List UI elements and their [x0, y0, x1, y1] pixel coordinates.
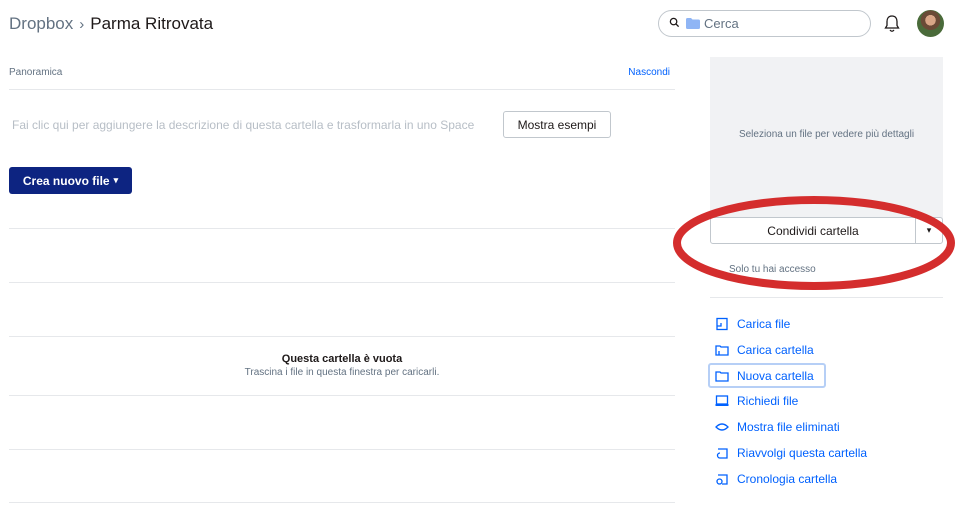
- folder-description-placeholder[interactable]: Fai clic qui per aggiungere la descrizio…: [12, 118, 474, 132]
- divider: [710, 297, 943, 298]
- empty-folder-subtitle: Trascina i file in questa finestra per c…: [244, 367, 440, 378]
- details-placeholder: Seleziona un file per vedere più dettagl…: [738, 129, 915, 140]
- eye-icon: [715, 420, 729, 434]
- overview-label: Panoramica: [9, 67, 63, 78]
- folder-actions-list: Carica file Carica cartella Nuova cartel…: [708, 311, 867, 492]
- page-title: Parma Ritrovata: [90, 14, 214, 33]
- annotation-ellipse: [673, 196, 955, 290]
- new-folder-icon: [715, 369, 729, 383]
- search-icon: [669, 15, 680, 33]
- breadcrumb: Dropbox › Parma Ritrovata: [9, 14, 213, 34]
- request-files-icon: [715, 394, 729, 408]
- action-request-files[interactable]: Richiedi file: [710, 388, 867, 414]
- action-label: Carica file: [737, 317, 791, 331]
- upload-file-icon: [715, 317, 729, 331]
- action-folder-history[interactable]: Cronologia cartella: [710, 466, 867, 492]
- create-new-file-label: Crea nuovo file: [22, 173, 110, 188]
- divider: [9, 336, 675, 337]
- search-box[interactable]: [658, 10, 871, 37]
- divider: [9, 89, 675, 90]
- action-label: Mostra file eliminati: [737, 420, 840, 434]
- action-label: Cronologia cartella: [737, 472, 838, 486]
- hide-overview-link[interactable]: Nascondi: [628, 67, 670, 78]
- divider: [9, 449, 675, 450]
- breadcrumb-root-link[interactable]: Dropbox: [9, 14, 73, 34]
- divider: [9, 228, 675, 229]
- divider: [9, 282, 675, 283]
- divider: [9, 502, 675, 503]
- action-label: Nuova cartella: [737, 368, 814, 383]
- action-show-deleted-files[interactable]: Mostra file eliminati: [710, 414, 867, 440]
- chevron-down-icon: ▾: [113, 175, 119, 185]
- action-new-folder[interactable]: Nuova cartella: [708, 363, 826, 388]
- create-new-file-button[interactable]: Crea nuovo file ▾: [9, 167, 132, 194]
- search-input[interactable]: [704, 16, 854, 31]
- breadcrumb-separator: ›: [79, 15, 85, 33]
- history-icon: [715, 472, 729, 486]
- show-examples-button[interactable]: Mostra esempi: [503, 111, 611, 138]
- action-upload-folder[interactable]: Carica cartella: [710, 337, 867, 363]
- action-label: Riavvolgi questa cartella: [737, 446, 868, 460]
- empty-folder-title: Questa cartella è vuota: [281, 353, 403, 365]
- folder-icon: [686, 18, 700, 29]
- bell-icon[interactable]: [883, 14, 901, 34]
- action-label: Carica cartella: [737, 343, 814, 357]
- upload-folder-icon: [715, 343, 729, 357]
- action-upload-file[interactable]: Carica file: [710, 311, 867, 337]
- rewind-icon: [715, 446, 729, 460]
- avatar[interactable]: [917, 10, 944, 37]
- divider: [9, 395, 675, 396]
- action-label: Richiedi file: [737, 394, 799, 408]
- action-rewind-folder[interactable]: Riavvolgi questa cartella: [710, 440, 867, 466]
